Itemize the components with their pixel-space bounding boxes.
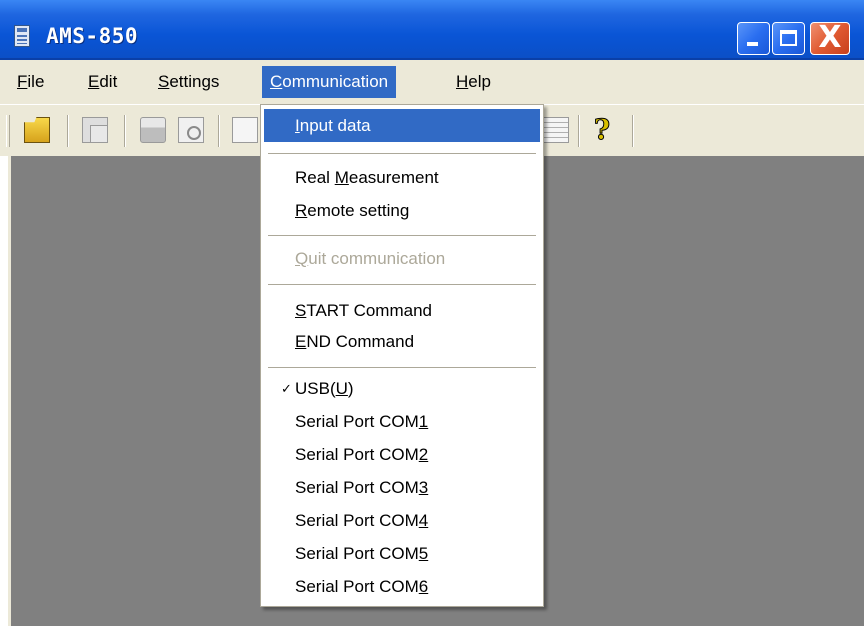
menu-item-end-command[interactable]: END Command	[264, 325, 540, 358]
minimize-button[interactable]	[737, 22, 770, 55]
menu-item-text: ND Command	[306, 332, 415, 351]
menu-item-remote-setting[interactable]: Remote setting	[264, 194, 540, 227]
menu-item-serial-com2[interactable]: Serial Port COM2	[264, 438, 540, 471]
menu-separator	[268, 153, 536, 154]
help-icon[interactable]: ?	[589, 113, 615, 147]
menu-item-text: Serial Port COM	[295, 577, 419, 596]
menu-item-serial-com1[interactable]: Serial Port COM1	[264, 405, 540, 438]
print-icon[interactable]	[140, 117, 166, 143]
toolbar-grip[interactable]	[6, 115, 10, 147]
menu-separator	[268, 367, 536, 368]
menu-communication-label: ommunication	[282, 72, 389, 91]
menu-item-text: Serial Port COM	[295, 412, 419, 431]
menu-settings-mnemonic: S	[158, 72, 170, 91]
menu-file[interactable]: File	[9, 66, 52, 98]
menu-separator	[268, 284, 536, 285]
menu-settings[interactable]: Settings	[150, 66, 227, 98]
checkmark-icon: ✓	[281, 381, 292, 396]
menu-item-mnemonic: 4	[418, 511, 429, 530]
menu-item-text: uit communication	[308, 249, 446, 268]
menu-item-text: emote setting	[307, 201, 410, 220]
copy-icon[interactable]	[82, 117, 108, 143]
toolbar-separator	[578, 115, 580, 147]
window-title: AMS-850	[46, 24, 139, 48]
menu-item-mnemonic: U	[335, 379, 348, 398]
menu-help-label: elp	[468, 72, 491, 91]
maximize-button[interactable]	[772, 22, 805, 55]
menu-file-mnemonic: F	[17, 72, 28, 91]
menu-item-usb[interactable]: ✓ USB(U)	[264, 372, 540, 405]
menu-item-serial-com4[interactable]: Serial Port COM4	[264, 504, 540, 537]
close-icon: X	[818, 20, 842, 55]
menu-communication[interactable]: Communication	[262, 66, 397, 98]
menu-item-input-data[interactable]: Input data	[264, 109, 540, 142]
menu-edit-mnemonic: E	[88, 72, 100, 91]
menu-item-mnemonic: 2	[418, 445, 429, 464]
menu-item-text: nput data	[299, 116, 371, 135]
document-icon[interactable]	[232, 117, 258, 143]
menu-item-text: )	[347, 379, 354, 398]
menu-item-mnemonic: S	[295, 301, 307, 320]
menu-item-quit-communication[interactable]: Quit communication	[264, 242, 540, 275]
menu-item-text: Real	[295, 168, 335, 187]
menu-item-serial-com6[interactable]: Serial Port COM6	[264, 570, 540, 603]
toolbar-separator	[218, 115, 220, 147]
toolbar-separator	[124, 115, 126, 147]
app-calculator-icon[interactable]	[14, 25, 30, 47]
menu-item-mnemonic: Q	[295, 249, 309, 268]
menu-item-real-measurement[interactable]: Real Measurement	[264, 161, 540, 194]
menu-item-serial-com3[interactable]: Serial Port COM3	[264, 471, 540, 504]
communication-menu-dropdown: Input data Real Measurement Remote setti…	[260, 104, 544, 607]
menu-item-serial-com5[interactable]: Serial Port COM5	[264, 537, 540, 570]
menu-item-text: Serial Port COM	[295, 445, 419, 464]
menu-help-mnemonic: H	[456, 72, 469, 91]
open-folder-icon[interactable]	[24, 117, 50, 143]
menu-file-label: ile	[27, 72, 45, 91]
toolbar-separator	[67, 115, 69, 147]
menu-bar: File Edit Settings Communication Help	[0, 60, 864, 104]
menu-settings-label: ettings	[169, 72, 220, 91]
menu-separator	[268, 235, 536, 236]
menu-item-text: USB(	[295, 379, 336, 398]
minimize-icon	[747, 42, 758, 46]
menu-item-start-command[interactable]: START Command	[264, 294, 540, 327]
menu-edit[interactable]: Edit	[80, 66, 125, 98]
menu-item-mnemonic: M	[334, 168, 349, 187]
maximize-icon	[780, 30, 797, 46]
menu-item-text: Serial Port COM	[295, 511, 419, 530]
menu-item-mnemonic: 1	[418, 412, 429, 431]
menu-item-text: TART Command	[306, 301, 432, 320]
menu-item-mnemonic: 3	[418, 478, 429, 497]
close-button[interactable]: X	[810, 20, 850, 55]
menu-item-text: Serial Port COM	[295, 478, 419, 497]
print-preview-icon[interactable]	[178, 117, 204, 143]
menu-item-mnemonic: E	[295, 332, 307, 351]
menu-item-mnemonic: 5	[418, 544, 429, 563]
menu-item-text: easurement	[348, 168, 439, 187]
menu-communication-mnemonic: C	[270, 72, 283, 91]
menu-help[interactable]: Help	[448, 66, 499, 98]
title-bar[interactable]: AMS-850 X	[0, 0, 864, 60]
menu-item-text: Serial Port COM	[295, 544, 419, 563]
list-view-icon[interactable]	[543, 117, 569, 143]
menu-edit-label: dit	[99, 72, 118, 91]
menu-item-mnemonic: 6	[418, 577, 429, 596]
menu-item-mnemonic: R	[295, 201, 308, 220]
toolbar-separator	[632, 115, 634, 147]
